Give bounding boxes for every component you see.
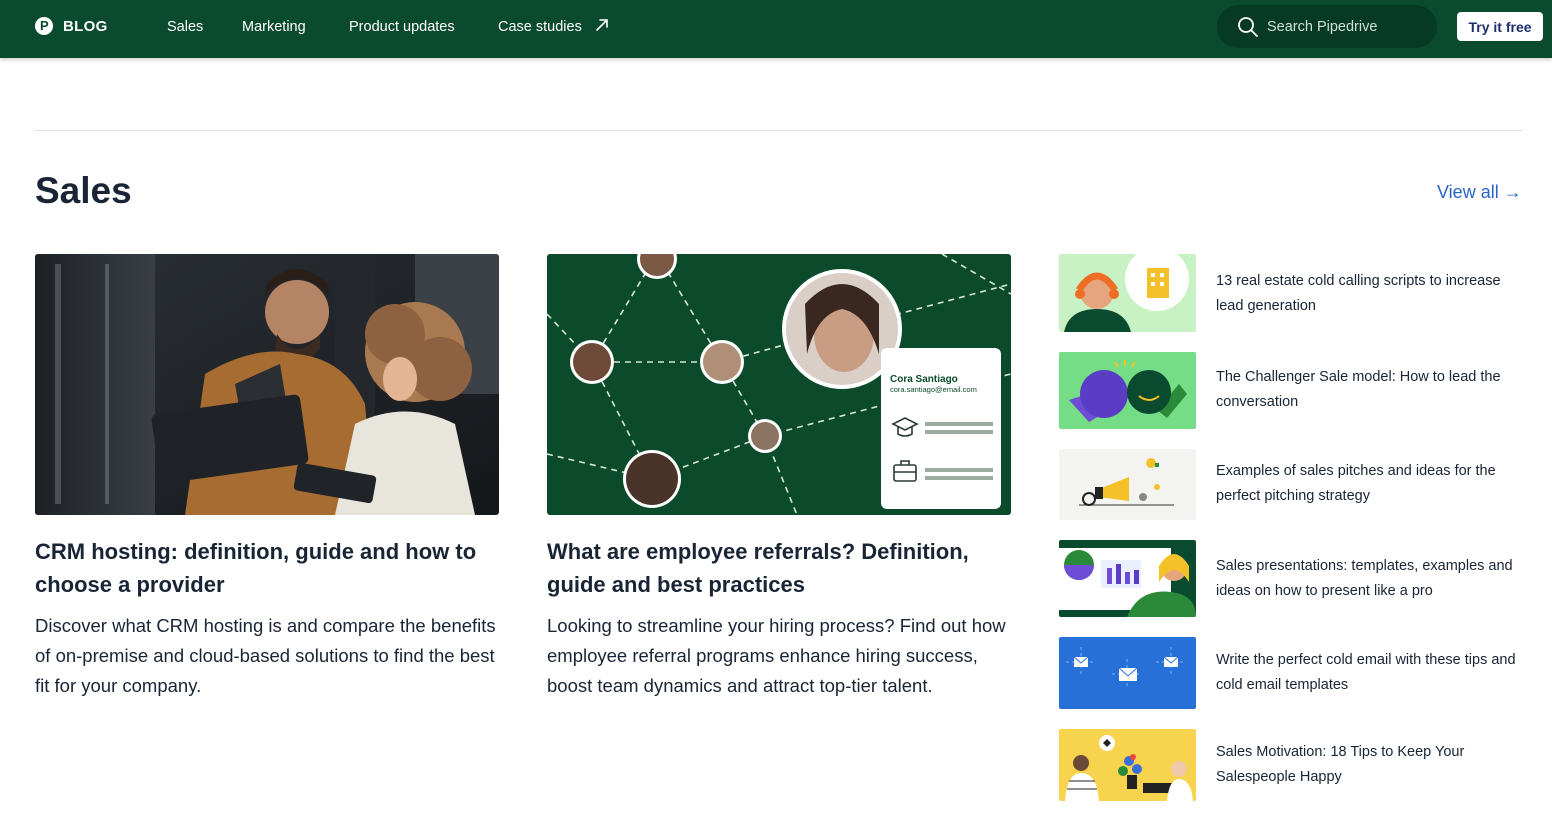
view-all-label: View all <box>1437 182 1499 202</box>
side-article-title[interactable]: Sales presentations: templates, examples… <box>1216 554 1526 604</box>
view-all-link[interactable]: View all → <box>1437 182 1522 203</box>
challenger-sale-illustration <box>1059 352 1196 429</box>
cold-calling-illustration <box>1059 254 1196 332</box>
section-title: Sales <box>35 170 132 211</box>
sales-pitch-illustration <box>1059 449 1196 520</box>
arrow-right-icon: → <box>1503 182 1522 202</box>
nav-link-sales[interactable]: Sales <box>167 19 203 35</box>
side-article-thumbnail[interactable] <box>1059 352 1196 429</box>
logo-letter: P <box>40 18 49 33</box>
featured-article-description: Looking to streamline your hiring proces… <box>547 615 1006 696</box>
side-article-title[interactable]: Write the perfect cold email with these … <box>1216 648 1526 698</box>
side-article-title[interactable]: Sales Motivation: 18 Tips to Keep Your S… <box>1216 740 1526 790</box>
nav-link-marketing[interactable]: Marketing <box>242 19 306 35</box>
try-it-free-button[interactable]: Try it free <box>1457 12 1543 41</box>
side-article-thumbnail[interactable] <box>1059 729 1196 801</box>
search-icon <box>1238 17 1258 37</box>
referral-card-name: Cora Santiago <box>890 374 958 385</box>
side-article-title[interactable]: 13 real estate cold calling scripts to i… <box>1216 269 1526 319</box>
nav-link-case-studies[interactable]: Case studies <box>498 19 582 35</box>
search-input[interactable] <box>1267 16 1427 38</box>
side-article-title[interactable]: Examples of sales pitches and ideas for … <box>1216 459 1526 509</box>
side-article-thumbnail[interactable] <box>1059 254 1196 332</box>
featured-article-title[interactable]: CRM hosting: definition, guide and how t… <box>35 535 499 601</box>
side-article-thumbnail[interactable] <box>1059 449 1196 520</box>
side-article-thumbnail[interactable] <box>1059 637 1196 709</box>
featured-article-title[interactable]: What are employee referrals? Definition,… <box>547 535 1011 601</box>
featured-article-description: Discover what CRM hosting is and compare… <box>35 615 496 696</box>
sales-presentation-illustration <box>1059 540 1196 617</box>
side-article-title[interactable]: The Challenger Sale model: How to lead t… <box>1216 365 1526 415</box>
employee-referrals-illustration: Cora Santiago cora.santiago@email.com <box>547 254 1011 515</box>
sales-motivation-illustration <box>1059 729 1196 801</box>
section-divider <box>34 130 1523 131</box>
referral-card-email: cora.santiago@email.com <box>890 385 977 394</box>
external-link-icon <box>596 19 608 31</box>
blog-brand-link[interactable]: BLOG <box>63 18 108 35</box>
search-box[interactable] <box>1217 5 1437 48</box>
top-navigation-bar: P BLOG Sales Marketing Product updates C… <box>0 0 1552 58</box>
nav-link-product-updates[interactable]: Product updates <box>349 19 455 35</box>
employee-referrals-image[interactable]: Cora Santiago cora.santiago@email.com <box>547 254 1011 515</box>
cold-email-illustration <box>1059 637 1196 709</box>
crm-hosting-illustration <box>35 254 499 515</box>
side-article-thumbnail[interactable] <box>1059 540 1196 617</box>
crm-hosting-image[interactable] <box>35 254 499 515</box>
pipedrive-logo-icon[interactable]: P <box>35 17 53 35</box>
